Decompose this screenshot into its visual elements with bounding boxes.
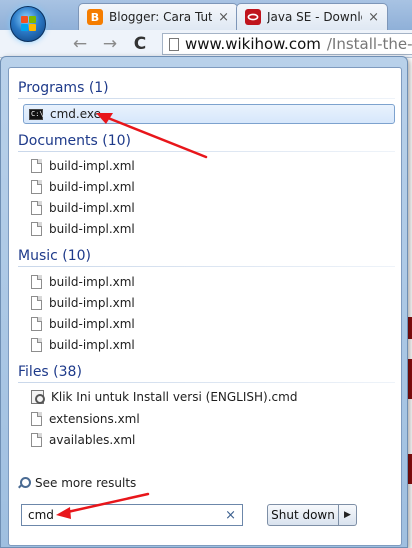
result-item-file[interactable]: availables.xml: [25, 430, 136, 450]
result-label: build-impl.xml: [49, 296, 135, 310]
search-results-pane: Programs (1) C:\ cmd.exe Documents (10) …: [8, 67, 402, 546]
document-icon: [31, 338, 42, 352]
result-label: build-impl.xml: [49, 180, 135, 194]
result-item-music[interactable]: build-impl.xml: [25, 272, 136, 292]
document-icon: [31, 433, 42, 447]
address-bar[interactable]: www.wikihow.com/Install-the-Jav: [162, 33, 412, 55]
cmd-file-icon: [31, 390, 45, 404]
oracle-icon: [245, 9, 261, 25]
search-input-value[interactable]: cmd: [28, 508, 225, 522]
document-icon: [31, 275, 42, 289]
result-label: build-impl.xml: [49, 317, 135, 331]
url-host: www.wikihow.com: [185, 35, 321, 53]
result-item-document[interactable]: build-impl.xml: [25, 219, 136, 239]
forward-arrow-icon[interactable]: →: [100, 34, 120, 54]
start-search-input[interactable]: cmd ×: [21, 504, 243, 526]
result-label: build-impl.xml: [49, 201, 135, 215]
document-icon: [31, 180, 42, 194]
result-label: build-impl.xml: [49, 159, 135, 173]
result-item-music[interactable]: build-impl.xml: [25, 314, 136, 334]
shutdown-options-arrow-icon[interactable]: ▶: [339, 504, 357, 526]
clear-search-icon[interactable]: ×: [225, 508, 236, 523]
windows-logo-icon: [21, 16, 37, 32]
document-icon: [31, 201, 42, 215]
url-path: /Install-the-Jav: [326, 35, 412, 53]
see-more-results-link[interactable]: See more results: [17, 476, 136, 490]
result-item-file[interactable]: Klik Ini untuk Install versi (ENGLISH).c…: [25, 387, 298, 407]
page-icon: [169, 37, 179, 51]
result-label: build-impl.xml: [49, 222, 135, 236]
result-label: cmd.exe: [50, 107, 102, 121]
see-more-label: See more results: [35, 476, 137, 490]
tab-blogger[interactable]: B Blogger: Cara Tutor ×: [78, 3, 238, 30]
group-header-programs[interactable]: Programs (1): [18, 80, 109, 96]
shutdown-control: Shut down ▶: [267, 504, 357, 526]
divider: [18, 151, 395, 152]
divider: [18, 98, 395, 99]
result-item-document[interactable]: build-impl.xml: [25, 156, 136, 176]
tab-strip: B Blogger: Cara Tutor × Java SE - Downlo…: [0, 0, 412, 30]
windows-start-orb[interactable]: [10, 6, 46, 42]
group-header-documents[interactable]: Documents (10): [18, 133, 131, 149]
divider: [18, 266, 395, 267]
document-icon: [31, 296, 42, 310]
tab-title: Java SE - Download: [267, 10, 362, 24]
result-label: build-impl.xml: [49, 338, 135, 352]
document-icon: [31, 222, 42, 236]
search-icon: [17, 476, 31, 490]
result-label: Klik Ini untuk Install versi (ENGLISH).c…: [51, 390, 298, 404]
result-item-document[interactable]: build-impl.xml: [25, 198, 136, 218]
group-header-files[interactable]: Files (38): [18, 364, 82, 380]
result-item-cmd-exe[interactable]: C:\ cmd.exe: [23, 104, 395, 124]
close-icon[interactable]: ×: [218, 10, 229, 25]
result-item-file[interactable]: extensions.xml: [25, 409, 141, 429]
reload-icon[interactable]: C: [130, 34, 150, 54]
command-prompt-icon: C:\: [29, 108, 44, 120]
tab-java-se[interactable]: Java SE - Download ×: [236, 3, 388, 30]
document-icon: [31, 159, 42, 173]
browser-toolbar: ← → C www.wikihow.com/Install-the-Jav: [0, 30, 412, 58]
result-item-document[interactable]: build-impl.xml: [25, 177, 136, 197]
document-icon: [31, 412, 42, 426]
result-label: extensions.xml: [49, 412, 140, 426]
shut-down-button[interactable]: Shut down: [267, 504, 339, 526]
group-header-music[interactable]: Music (10): [18, 248, 91, 264]
result-item-music[interactable]: build-impl.xml: [25, 335, 136, 355]
result-label: availables.xml: [49, 433, 136, 447]
close-icon[interactable]: ×: [368, 10, 379, 25]
blogger-icon: B: [87, 9, 103, 25]
back-arrow-icon[interactable]: ←: [70, 34, 90, 54]
result-item-music[interactable]: build-impl.xml: [25, 293, 136, 313]
document-icon: [31, 317, 42, 331]
divider: [18, 382, 395, 383]
tab-title: Blogger: Cara Tutor: [109, 10, 212, 24]
start-menu: Programs (1) C:\ cmd.exe Documents (10) …: [0, 56, 408, 548]
result-label: build-impl.xml: [49, 275, 135, 289]
